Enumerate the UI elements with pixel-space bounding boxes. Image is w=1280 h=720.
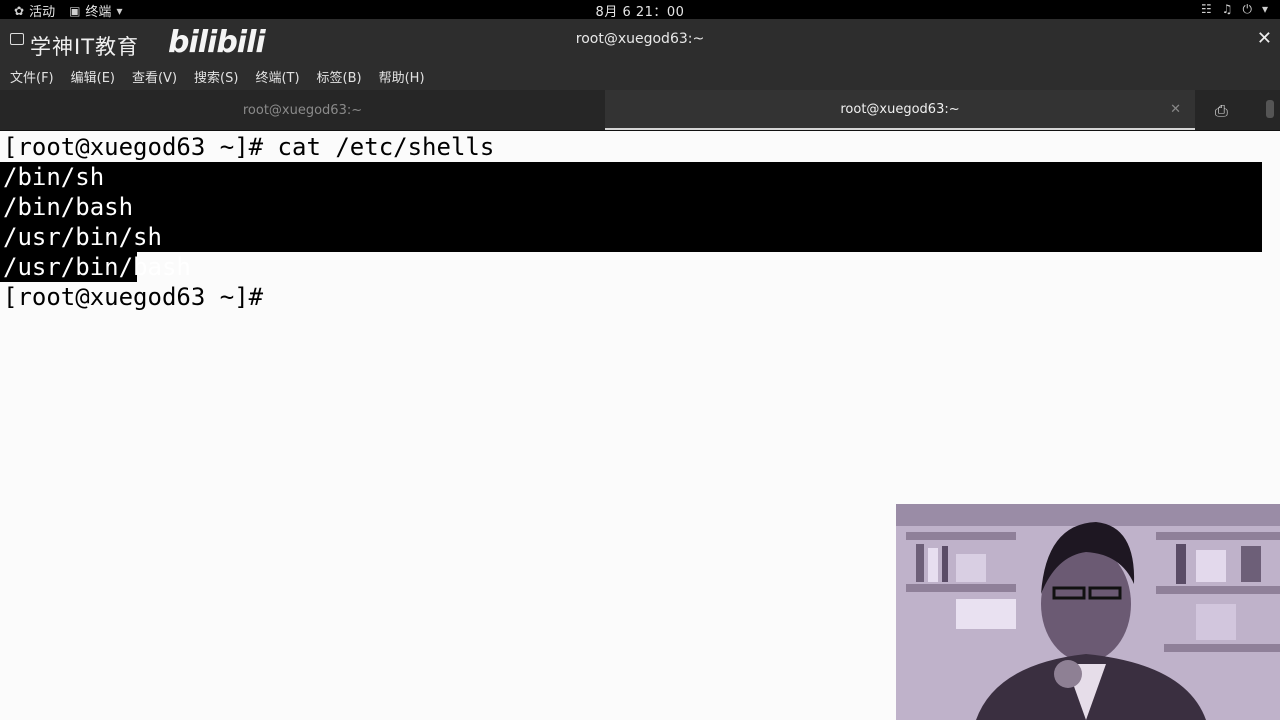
- close-window-button[interactable]: ✕: [1257, 28, 1272, 49]
- network-icon: ☷: [1200, 2, 1212, 16]
- volume-icon: ♫: [1221, 2, 1233, 16]
- terminal-prompt-line: [root@xuegod63 ~]#: [3, 282, 263, 312]
- prompt: [root@xuegod63 ~]#: [3, 283, 264, 311]
- menu-edit[interactable]: 编辑(E): [71, 67, 115, 86]
- window-titlebar[interactable]: 学神IT教育 bilibili root@xuegod63:~ ✕: [0, 19, 1280, 62]
- tab-bar: root@xuegod63:~ root@xuegod63:~ ✕ ⎙: [0, 90, 1280, 131]
- presenter-video-image: [896, 504, 1280, 720]
- caret-down-icon: ▾: [1261, 2, 1268, 16]
- menu-search[interactable]: 搜索(S): [194, 67, 238, 86]
- terminal-output-line: /usr/bin/sh: [3, 223, 162, 251]
- menu-terminal[interactable]: 终端(T): [255, 67, 299, 86]
- new-tab-icon[interactable]: ⎙: [1215, 101, 1228, 121]
- tab-label: root@xuegod63:~: [242, 102, 363, 118]
- power-icon: ⏻: [1242, 2, 1252, 16]
- prompt: [root@xuegod63 ~]#: [3, 133, 264, 161]
- menu-file[interactable]: 文件(F): [10, 67, 54, 86]
- terminal-output-line: /bin/bash: [3, 193, 134, 221]
- text-selection-highlight: [0, 162, 1262, 252]
- terminal-output-line: /usr/bin/bash: [3, 252, 191, 282]
- terminal-command-line: [root@xuegod63 ~]# cat /etc/shells: [3, 132, 494, 162]
- command: cat /etc/shells: [277, 133, 495, 161]
- webcam-overlay: [896, 504, 1280, 720]
- menu-bar: 文件(F) 编辑(E) 查看(V) 搜索(S) 终端(T) 标签(B) 帮助(H…: [0, 62, 1280, 90]
- menu-help[interactable]: 帮助(H): [379, 67, 425, 86]
- window-title: root@xuegod63:~: [575, 31, 705, 47]
- selected-text: /usr/bin/bash: [3, 253, 191, 281]
- clock[interactable]: 8月 6 21：00: [0, 1, 1280, 20]
- tab-label: root@xuegod63:~: [840, 101, 960, 117]
- tab-close-icon[interactable]: ✕: [1170, 102, 1181, 117]
- status-area[interactable]: ☷ ♫ ⏻ ▾: [1201, 1, 1268, 17]
- menu-tabs[interactable]: 标签(B): [317, 67, 362, 86]
- tab-scroll-icon[interactable]: [1266, 100, 1274, 118]
- tab-2-active[interactable]: root@xuegod63:~ ✕: [605, 90, 1195, 130]
- menu-view[interactable]: 查看(V): [132, 67, 177, 86]
- terminal-output-line: /bin/sh: [3, 163, 105, 191]
- system-top-bar: ✿ 活动 ▣ 终端 ▾ 8月 6 21：00 ☷ ♫ ⏻ ▾: [0, 0, 1280, 20]
- tab-1[interactable]: root@xuegod63:~: [0, 90, 605, 130]
